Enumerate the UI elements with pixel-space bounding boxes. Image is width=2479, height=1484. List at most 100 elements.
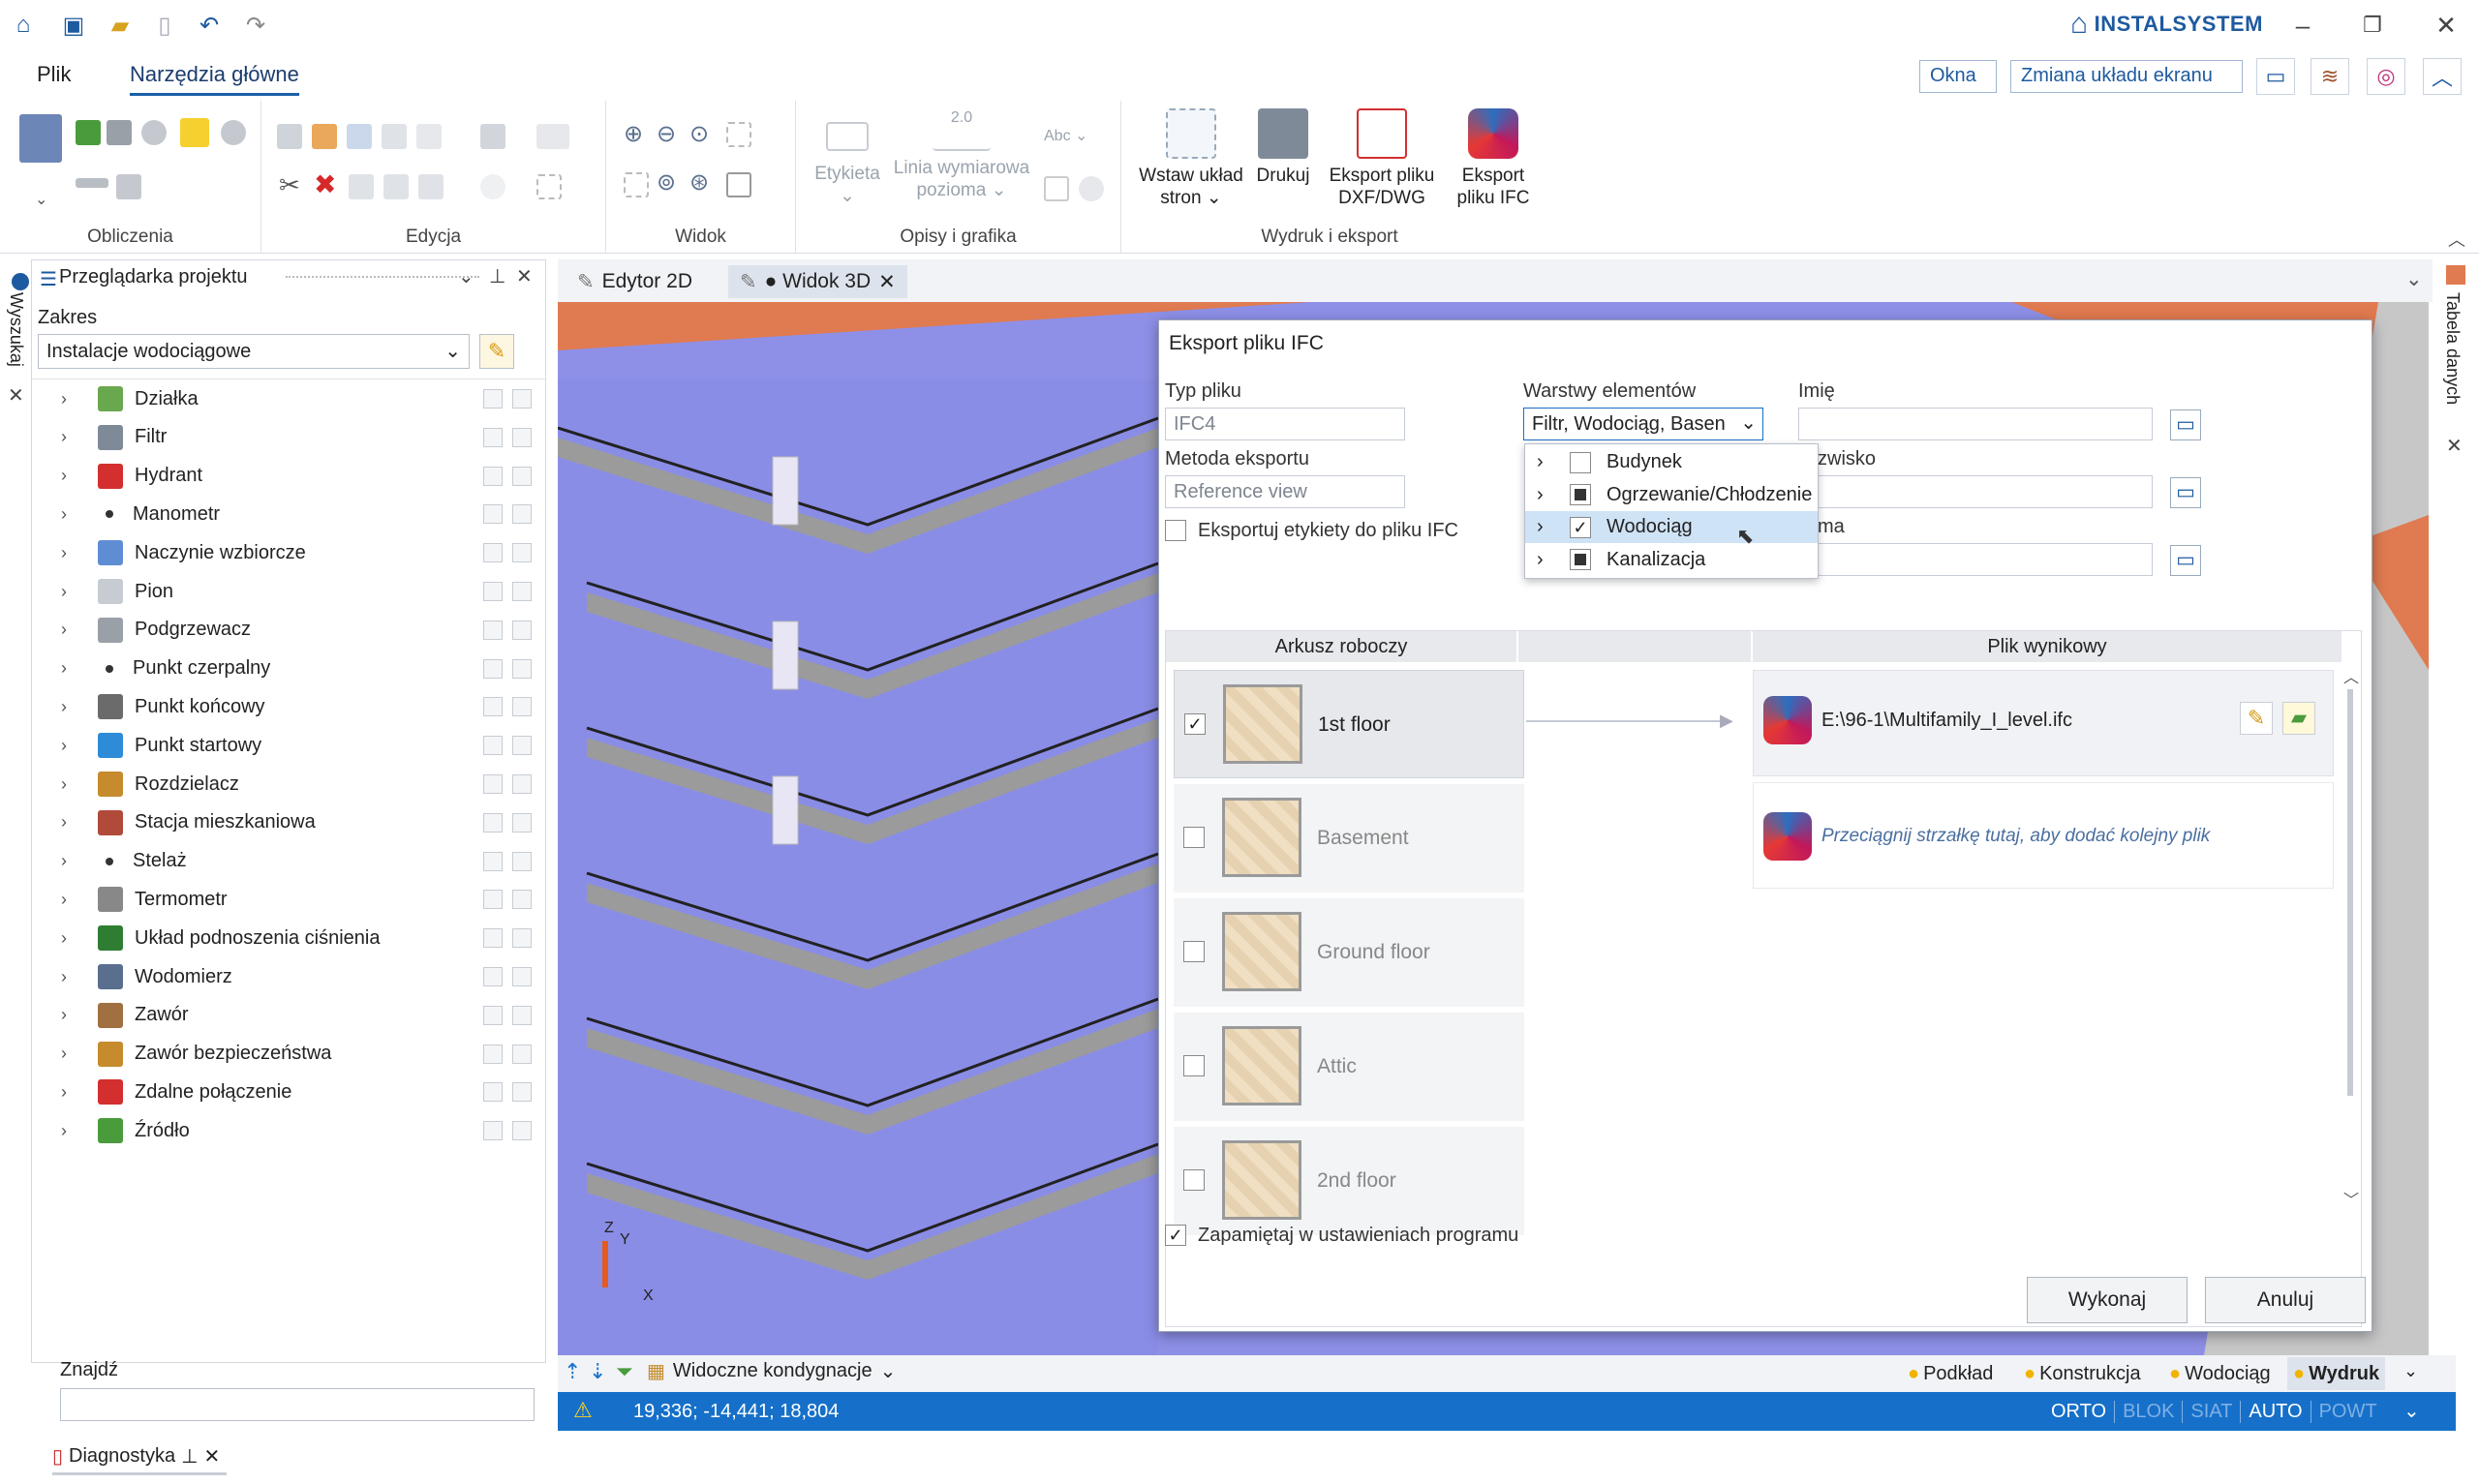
expand-chevron-icon[interactable]: › — [61, 1121, 80, 1141]
mode-toggle[interactable]: ORTO — [2051, 1401, 2116, 1423]
add-file-zone[interactable]: Przeciągnij strzałkę tutaj, aby dodać ko… — [1753, 782, 2334, 889]
option-expand-icon[interactable]: › — [1537, 516, 1570, 538]
visibility-toggle-icon[interactable] — [483, 427, 503, 447]
zakres-dropdown[interactable]: Instalacje wodociągowe ⌄ — [38, 334, 470, 369]
eksport-dxf-button[interactable]: Eksport pliku DXF/DWG — [1323, 108, 1441, 209]
move-icon[interactable] — [418, 174, 444, 199]
lock-toggle-icon[interactable] — [512, 543, 532, 563]
close-window-button[interactable]: ✕ — [2427, 10, 2465, 41]
typ-pliku-field[interactable]: IFC4 — [1165, 408, 1405, 440]
collapse-ribbon-icon[interactable]: ︿ — [2423, 58, 2462, 95]
visibility-toggle-icon[interactable] — [483, 967, 503, 986]
tree-item[interactable]: › Zdalne połączenie — [32, 1074, 545, 1110]
option-checkbox[interactable] — [1570, 549, 1591, 570]
tab-widok-3d[interactable]: ✎ ● Widok 3D ✕ — [728, 265, 907, 298]
stack-icon[interactable] — [480, 124, 505, 149]
option-checkbox[interactable] — [1570, 484, 1591, 505]
expand-chevron-icon[interactable]: › — [61, 466, 80, 486]
status-menu-icon[interactable]: ⌄ — [2403, 1399, 2420, 1423]
nazwisko-field[interactable] — [1798, 475, 2153, 508]
tree-item[interactable]: › Rozdzielacz — [32, 766, 545, 803]
monitor-icon[interactable]: ▭ — [2256, 58, 2295, 95]
lock-toggle-icon[interactable] — [512, 928, 532, 949]
tab-narzedzia-glowne[interactable]: Narzędzia główne — [130, 62, 299, 96]
visibility-toggle-icon[interactable] — [483, 928, 503, 949]
tree-item[interactable]: › Punkt startowy — [32, 727, 545, 764]
nazwisko-pick-icon[interactable]: ▭ — [2170, 477, 2201, 508]
visibility-toggle-icon[interactable] — [483, 697, 503, 717]
view-cube-icon[interactable] — [726, 172, 751, 197]
warstwy-dropdown[interactable]: Filtr, Wodociąg, Basen ⌄ — [1523, 408, 1763, 440]
layer-option[interactable]: › Kanalizacja — [1525, 544, 1818, 576]
tree-item[interactable]: › Działka — [32, 380, 545, 417]
layer-option[interactable]: › Ogrzewanie/Chłodzenie — [1525, 479, 1818, 511]
floor-row[interactable]: Basement — [1174, 784, 1524, 893]
zoom-fit-icon[interactable] — [726, 122, 751, 147]
tree-item[interactable]: › Hydrant — [32, 458, 545, 495]
select-icon[interactable] — [536, 174, 562, 199]
visibility-toggle-icon[interactable] — [483, 543, 503, 563]
open-folder-file-icon[interactable]: ▰ — [2282, 702, 2315, 735]
visibility-toggle-icon[interactable] — [483, 1121, 503, 1141]
search-side-icon[interactable] — [12, 273, 29, 290]
scrollbar[interactable]: ︿ ﹀ — [2341, 664, 2361, 1226]
expand-chevron-icon[interactable]: › — [61, 582, 80, 602]
linia-wymiarowa-button[interactable]: 2.0 Linia wymiarowa pozioma ⌄ — [889, 108, 1034, 201]
diag-close-icon[interactable]: ✕ — [204, 1444, 221, 1469]
kondygnacje-dropdown[interactable]: ▦ Widoczne kondygnacje ⌄ — [647, 1359, 896, 1383]
visibility-toggle-icon[interactable] — [483, 851, 503, 871]
home-icon[interactable]: ⌂ — [8, 10, 39, 41]
floor-row[interactable]: Attic — [1174, 1013, 1524, 1121]
visibility-toggle-icon[interactable] — [483, 1005, 503, 1025]
save-icon[interactable]: ▣ — [58, 10, 89, 41]
expand-chevron-icon[interactable]: › — [61, 736, 80, 756]
wykonaj-button[interactable]: Wykonaj — [2027, 1277, 2188, 1323]
option-expand-icon[interactable]: › — [1537, 484, 1570, 506]
eksport-ifc-button[interactable]: Eksport pliku IFC — [1445, 108, 1542, 209]
edit-zakres-button[interactable]: ✎ — [479, 334, 514, 369]
panel-close-icon[interactable]: ✕ — [516, 264, 533, 288]
image-icon[interactable] — [1079, 176, 1104, 201]
floor-checkbox[interactable] — [1183, 827, 1205, 848]
lock-toggle-icon[interactable] — [512, 1044, 532, 1064]
close-right-icon[interactable]: ✕ — [2446, 434, 2463, 458]
lock-toggle-icon[interactable] — [512, 967, 532, 986]
scroll-thumb[interactable] — [2347, 689, 2353, 1096]
tree-item[interactable]: › Manometr — [32, 496, 545, 532]
lock-toggle-icon[interactable] — [512, 890, 532, 910]
cut-icon[interactable]: ✂ — [279, 170, 300, 200]
minimize-button[interactable]: – — [2283, 10, 2322, 41]
level-down-icon[interactable]: ⇣ — [589, 1359, 606, 1384]
okna-dropdown[interactable]: Okna ⌄ — [1919, 60, 1997, 110]
close-side-icon[interactable]: ✕ — [8, 383, 24, 408]
expand-chevron-icon[interactable]: › — [61, 658, 80, 679]
floor-checkbox[interactable] — [1183, 1169, 1205, 1191]
tree-item[interactable]: › Podgrzewacz — [32, 612, 545, 649]
tabs-overflow-icon[interactable]: ⌄ — [2405, 267, 2423, 291]
tree-item[interactable]: › Zawór — [32, 997, 545, 1034]
layer-toggle[interactable]: ● Podkład — [1902, 1357, 1999, 1390]
redo-icon[interactable]: ↷ — [240, 10, 271, 41]
option-expand-icon[interactable]: › — [1537, 451, 1570, 473]
more-chevron-icon[interactable]: ⌄ — [35, 190, 47, 209]
tree-item[interactable]: › Stacja mieszkaniowa — [32, 804, 545, 841]
mode-toggle[interactable]: BLOK — [2123, 1401, 2184, 1423]
zoom-out-icon[interactable]: ⊖ — [657, 120, 676, 148]
layers-icon[interactable]: ≋ — [2311, 58, 2349, 95]
layer-option[interactable]: › ✓ Wodociąg — [1525, 511, 1818, 543]
imie-pick-icon[interactable]: ▭ — [2170, 409, 2201, 440]
expand-chevron-icon[interactable]: › — [61, 774, 80, 795]
zoom-prev-icon[interactable]: ⊚ — [657, 168, 676, 197]
zoom-window-icon[interactable]: ⊙ — [689, 120, 709, 148]
ribbon-collapse-icon[interactable]: ︿ — [2448, 227, 2465, 252]
expand-chevron-icon[interactable]: › — [61, 1005, 80, 1025]
frame-icon[interactable] — [382, 124, 407, 149]
mode-toggle[interactable]: POWT — [2319, 1401, 2385, 1423]
toolbar-overflow-icon[interactable]: ⌄ — [2403, 1361, 2418, 1381]
diag-pin-icon[interactable]: ⊥ — [181, 1444, 198, 1469]
find-input[interactable] — [60, 1388, 535, 1421]
visibility-toggle-icon[interactable] — [483, 736, 503, 756]
output-file-row[interactable]: E:\96-1\Multifamily_I_level.ifc ✎ ▰ — [1753, 670, 2334, 776]
visibility-toggle-icon[interactable] — [483, 466, 503, 486]
visibility-toggle-icon[interactable] — [483, 890, 503, 910]
